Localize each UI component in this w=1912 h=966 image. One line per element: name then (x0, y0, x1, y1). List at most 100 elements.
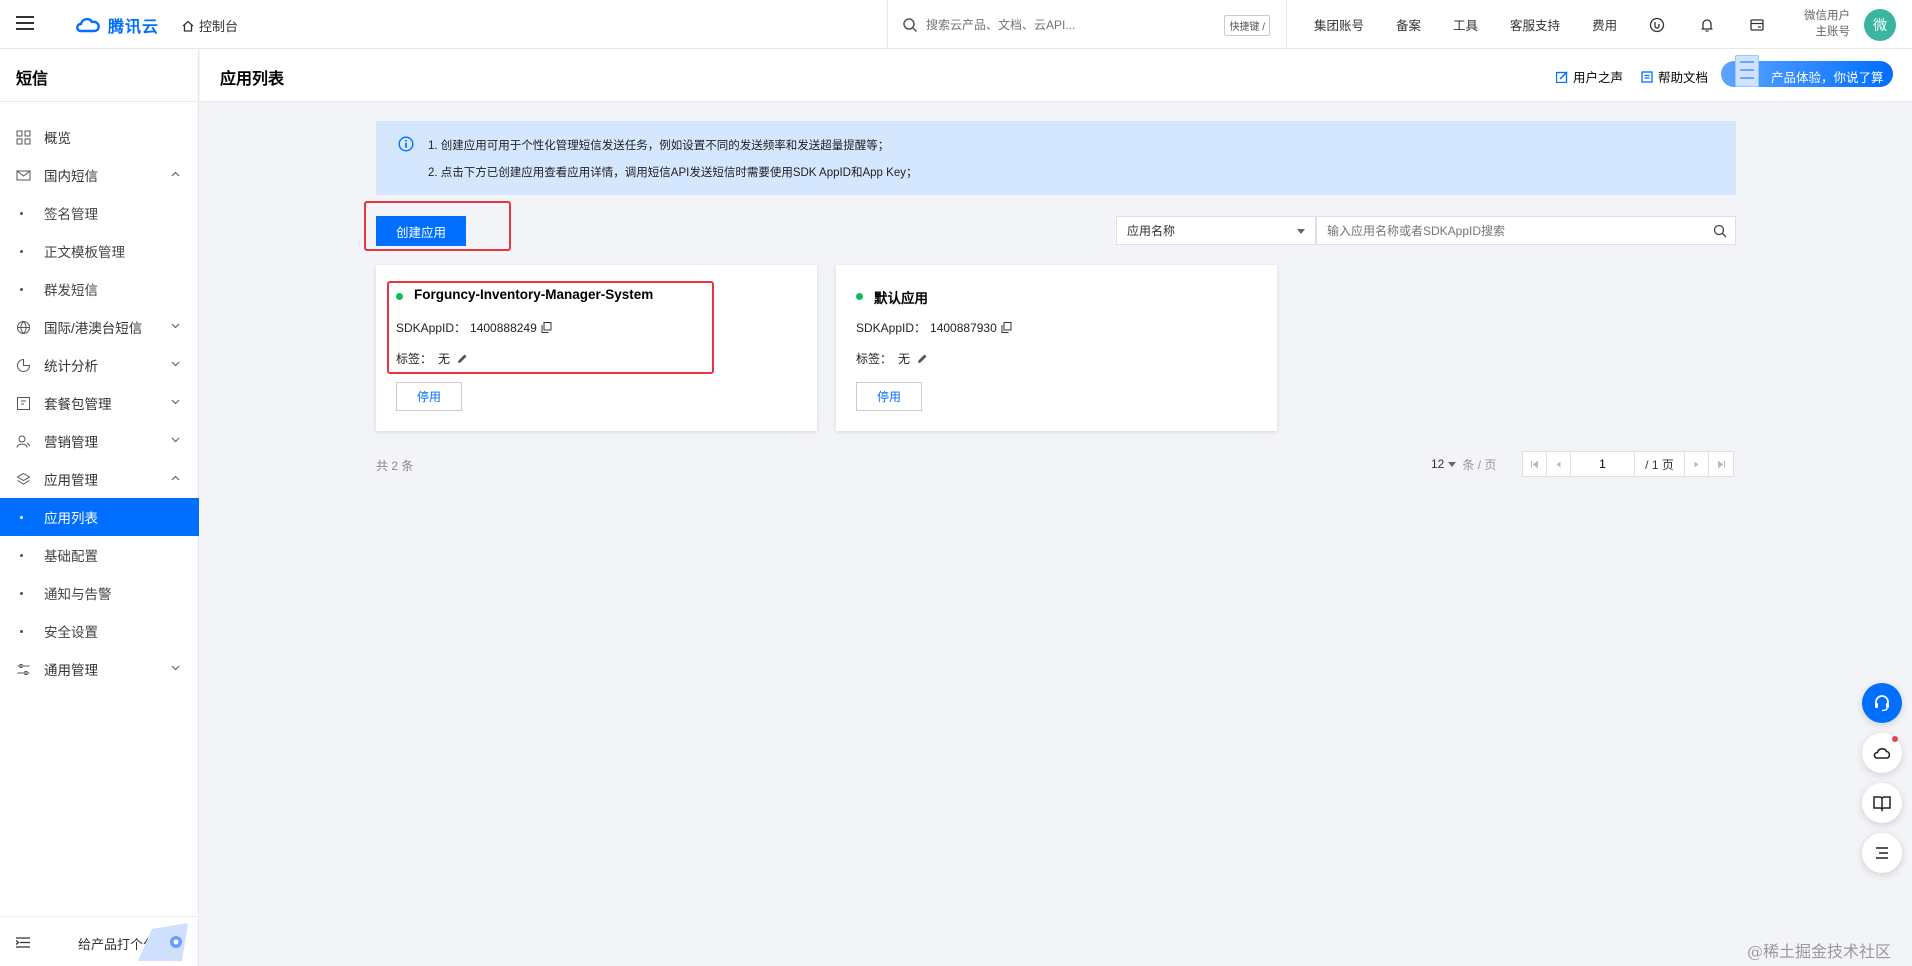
sidebar-item-general[interactable]: 通用管理 (0, 650, 199, 688)
prev-page-icon (1556, 461, 1561, 467)
nav-group-account[interactable]: 集团账号 (1314, 15, 1364, 34)
app-name[interactable]: 默认应用 (874, 287, 928, 307)
sidebar-item-security[interactable]: 安全设置 (0, 612, 199, 650)
bell-icon[interactable] (1699, 17, 1715, 33)
notice-line-1: 1. 创建应用可用于个性化管理短信发送任务，例如设置不同的发送频率和发送超量提醒… (428, 140, 890, 152)
nav-billing[interactable]: 费用 (1592, 15, 1617, 34)
wechat-icon[interactable] (1649, 17, 1665, 33)
user-info[interactable]: 微信用户 主账号 (1790, 8, 1850, 40)
tag-value: 无 (438, 352, 451, 366)
sidebar-item-app-list[interactable]: 应用列表 (0, 498, 199, 536)
brand-logo[interactable]: 腾讯云 (74, 13, 159, 37)
package-icon (17, 397, 30, 410)
next-page-button[interactable] (1685, 452, 1709, 476)
first-page-icon (1531, 460, 1538, 468)
tag-value: 无 (898, 352, 911, 366)
sidebar-item-label: 营销管理 (44, 435, 98, 450)
collapse-icon[interactable] (16, 937, 30, 948)
app-search-input[interactable] (1327, 223, 1707, 238)
global-search-input[interactable] (926, 17, 1216, 32)
app-sdkappid: SDKAppID： 1400888249 (396, 319, 552, 336)
filter-field-select[interactable]: 应用名称 (1116, 216, 1316, 245)
app-card[interactable]: 默认应用 SDKAppID： 1400887930 标签： 无 停用 (836, 265, 1277, 431)
last-page-icon (1717, 460, 1725, 468)
chevron-down-icon (171, 665, 180, 671)
sidebar-item-marketing[interactable]: 营销管理 (0, 422, 199, 460)
home-icon (182, 20, 194, 32)
globe-icon (17, 321, 30, 335)
sidebar-item-packages[interactable]: 套餐包管理 (0, 384, 199, 422)
customer-service-button[interactable] (1862, 683, 1902, 723)
disable-app-button[interactable]: 停用 (396, 382, 462, 411)
sidebar-item-alerts[interactable]: 通知与告警 (0, 574, 199, 612)
pencil-icon[interactable] (916, 353, 928, 365)
sidebar-item-label: 国际/港澳台短信 (44, 321, 143, 336)
sidebar-item-label: 国内短信 (44, 169, 98, 184)
nav-tools[interactable]: 工具 (1453, 15, 1478, 34)
sidebar-item-label: 安全设置 (44, 625, 98, 640)
chevron-down-icon (171, 323, 180, 329)
search-icon[interactable] (1713, 224, 1727, 238)
grid-icon (16, 130, 31, 145)
page-size-select[interactable]: 12 (1431, 457, 1457, 471)
book-icon (1873, 796, 1891, 812)
status-dot (856, 293, 863, 300)
help-docs-link[interactable]: 帮助文档 (1641, 67, 1708, 86)
bullet (20, 630, 23, 633)
sidebar-item-app-management[interactable]: 应用管理 (0, 460, 199, 498)
first-page-button[interactable] (1523, 452, 1547, 476)
sidebar: 短信 概览 国内短信 签名管理 正文模板管理 群发短信 国际/港澳台短信 统计分… (0, 49, 199, 966)
sidebar-item-signatures[interactable]: 签名管理 (0, 194, 199, 232)
sidebar-item-domestic-sms[interactable]: 国内短信 (0, 156, 199, 194)
pencil-icon[interactable] (456, 353, 468, 365)
pagination: 12 条 / 页 / 1 页 (1431, 451, 1734, 477)
brand-name: 腾讯云 (108, 19, 160, 36)
user-voice-label: 用户之声 (1573, 71, 1624, 85)
nav-support[interactable]: 客服支持 (1510, 15, 1560, 34)
sdkappid-label: SDKAppID： (396, 321, 467, 335)
menu-icon[interactable] (16, 16, 34, 30)
survey-doc-icon (1735, 55, 1759, 87)
user-voice-link[interactable]: 用户之声 (1556, 67, 1623, 86)
sidebar-item-label: 签名管理 (44, 207, 98, 222)
nav-icp[interactable]: 备案 (1396, 15, 1421, 34)
info-icon (398, 136, 414, 152)
sidebar-item-overview[interactable]: 概览 (0, 118, 199, 156)
feedback-button[interactable]: 产品体验，你说了算 (1721, 55, 1893, 87)
total-pages: / 1 页 (1635, 452, 1685, 476)
total-count: 共 2 条 (376, 459, 414, 473)
avatar[interactable]: 微 (1864, 9, 1896, 41)
chevron-down-icon (171, 399, 180, 405)
docs-button[interactable] (1862, 783, 1902, 823)
copy-icon[interactable] (1001, 322, 1012, 333)
copy-icon[interactable] (541, 322, 552, 333)
user-role: 主账号 (1815, 26, 1851, 38)
sidebar-item-label: 应用列表 (44, 511, 98, 526)
disable-app-button[interactable]: 停用 (856, 382, 922, 411)
list-menu-button[interactable] (1862, 833, 1902, 873)
watermark: @稀土掘金技术社区 (1747, 942, 1892, 961)
app-search-box (1316, 216, 1736, 245)
prev-page-button[interactable] (1547, 452, 1571, 476)
cart-icon[interactable] (1749, 17, 1765, 33)
sidebar-item-label: 基础配置 (44, 549, 98, 564)
create-app-button[interactable]: 创建应用 (376, 216, 466, 246)
user-name: 微信用户 (1804, 10, 1850, 22)
sidebar-item-international-sms[interactable]: 国际/港澳台短信 (0, 308, 199, 346)
sidebar-item-basic-config[interactable]: 基础配置 (0, 536, 199, 574)
last-page-button[interactable] (1709, 452, 1733, 476)
sliders-icon (17, 664, 30, 675)
app-name[interactable]: Forguncy-Inventory-Manager-System (414, 287, 653, 302)
sidebar-item-statistics[interactable]: 统计分析 (0, 346, 199, 384)
sidebar-item-templates[interactable]: 正文模板管理 (0, 232, 199, 270)
app-card[interactable]: Forguncy-Inventory-Manager-System SDKApp… (376, 265, 817, 431)
sidebar-item-bulk-sms[interactable]: 群发短信 (0, 270, 199, 308)
sidebar-item-label: 群发短信 (44, 283, 98, 298)
sidebar-item-label: 应用管理 (44, 473, 98, 488)
sidebar-item-label: 统计分析 (44, 359, 98, 374)
page-number-input[interactable] (1571, 452, 1635, 476)
tag-label: 标签： (856, 352, 893, 366)
global-search: 快捷键 / (887, 0, 1287, 49)
console-link[interactable]: 控制台 (181, 16, 238, 35)
cloud-assistant-button[interactable] (1862, 733, 1902, 773)
